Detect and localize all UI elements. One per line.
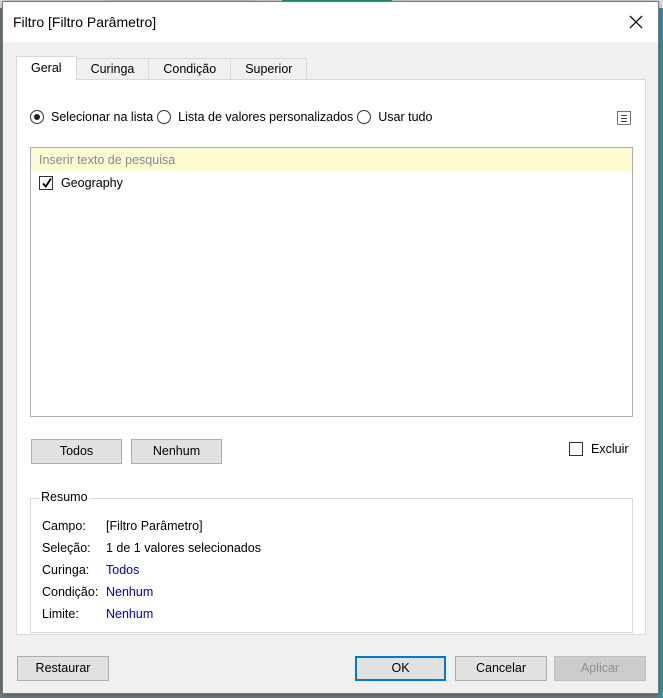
summary-row-limit: Limite: Nenhum [42,607,153,621]
close-icon [629,15,643,29]
summary-link-condition[interactable]: Nenhum [106,585,153,599]
radio-custom-value-list[interactable]: Lista de valores personalizados [157,110,353,124]
summary-link-limit[interactable]: Nenhum [106,607,153,621]
summary-row-wildcard: Curinga: Todos [42,563,139,577]
filter-dialog: Filtro [Filtro Parâmetro] Geral Curinga … [2,1,659,694]
radio-button[interactable] [30,110,44,124]
radio-use-all[interactable]: Usar tudo [357,110,432,124]
checkbox[interactable] [39,176,53,190]
exclude-label: Excluir [591,442,629,456]
summary-value: [Filtro Parâmetro] [106,519,203,533]
exclude-option[interactable]: Excluir [569,442,629,456]
summary-row-field: Campo: [Filtro Parâmetro] [42,519,203,533]
list-item-geography[interactable]: Geography [39,176,123,190]
summary-value: 1 de 1 valores selecionados [106,541,261,555]
radio-button[interactable] [157,110,172,124]
select-all-button[interactable]: Todos [31,439,122,464]
ok-button[interactable]: OK [355,656,446,681]
close-button[interactable] [622,8,650,36]
summary-group: Resumo Campo: [Filtro Parâmetro] Seleção… [30,490,633,633]
values-list[interactable]: Geography [30,172,633,417]
summary-label: Condição: [42,585,99,599]
tab-panel-geral: Selecionar na lista Lista de valores per… [16,79,646,635]
tab-geral[interactable]: Geral [16,56,77,80]
summary-legend: Resumo [39,490,90,504]
select-none-button[interactable]: Nenhum [131,439,222,464]
dialog-body: Geral Curinga Condição Superior Selecion… [3,42,658,693]
radio-button[interactable] [357,110,372,124]
summary-label: Curinga: [42,563,90,577]
list-options-menu-icon[interactable] [617,111,631,125]
list-item-label: Geography [61,176,123,190]
summary-label: Limite: [42,607,79,621]
tab-condicao[interactable]: Condição [149,58,232,79]
checkmark-icon [42,178,52,188]
summary-link-wildcard[interactable]: Todos [106,563,139,577]
radio-select-from-list[interactable]: Selecionar na lista [30,110,153,124]
tab-curinga[interactable]: Curinga [76,58,150,79]
summary-row-condition: Condição: Nenhum [42,585,153,599]
tab-strip: Geral Curinga Condição Superior [16,56,308,80]
summary-row-selection: Seleção: 1 de 1 valores selecionados [42,541,261,555]
search-input[interactable] [30,147,633,173]
title-bar: Filtro [Filtro Parâmetro] [3,2,658,42]
summary-label: Seleção: [42,541,91,555]
radio-label: Selecionar na lista [51,110,154,124]
window-title: Filtro [Filtro Parâmetro] [13,14,157,30]
apply-button[interactable]: Aplicar [554,656,646,681]
tab-superior[interactable]: Superior [231,58,308,79]
radio-label: Usar tudo [378,110,433,124]
reset-button[interactable]: Restaurar [17,656,109,681]
selection-mode-group: Selecionar na lista Lista de valores per… [30,110,436,124]
summary-label: Campo: [42,519,86,533]
radio-label: Lista de valores personalizados [178,110,354,124]
cancel-button[interactable]: Cancelar [455,656,547,681]
exclude-checkbox[interactable] [569,442,583,456]
